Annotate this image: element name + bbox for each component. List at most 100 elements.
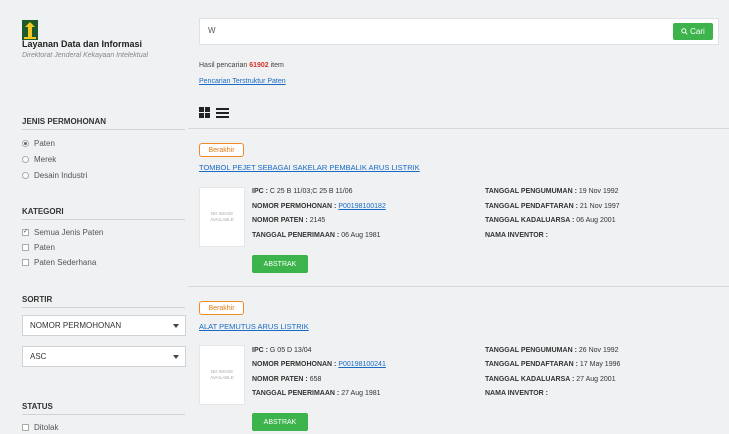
option-label: Desain Industri <box>34 171 88 180</box>
option-label: Ditolak <box>34 423 59 432</box>
no-image-thumbnail: NO IMAGE AVAILABLE <box>199 345 245 405</box>
nomor-permohonan-link[interactable]: P00198100241 <box>338 361 386 368</box>
result-count-suffix: item <box>268 62 284 69</box>
field-value: 19 Nov 1992 <box>578 188 619 195</box>
search-input[interactable] <box>208 26 508 35</box>
field-label: IPC : <box>252 188 268 195</box>
field-label: IPC : <box>252 347 268 354</box>
field-label: TANGGAL PENERIMAAN : <box>252 390 340 397</box>
abstrak-button[interactable]: ABSTRAK <box>252 255 308 273</box>
tanggal-pengumuman-field: TANGGAL PENGUMUMAN : 19 Nov 1992 <box>485 188 619 195</box>
nama-inventor-field: NAMA INVENTOR : <box>485 232 548 239</box>
tanggal-penerimaan-field: TANGGAL PENERIMAAN : 27 Aug 1981 <box>252 390 381 397</box>
brand-title: Layanan Data dan Informasi <box>22 39 143 49</box>
tanggal-kadaluarsa-field: TANGGAL KADALUARSA : 06 Aug 2001 <box>485 217 616 224</box>
option-label: Merek <box>34 155 57 164</box>
status-heading: STATUS <box>22 402 53 411</box>
radio-icon <box>22 140 29 147</box>
field-label: TANGGAL PENDAFTARAN : <box>485 361 578 368</box>
abstrak-button[interactable]: ABSTRAK <box>252 413 308 431</box>
option-label: Paten <box>34 243 55 252</box>
nomor-permohonan-link[interactable]: P00198100182 <box>338 203 386 210</box>
select-value: NOMOR PERMOHONAN <box>30 321 122 330</box>
field-value: 27 Aug 2001 <box>576 376 616 383</box>
search-bar: Cari <box>199 18 719 45</box>
option-label: Paten <box>34 139 55 148</box>
nama-inventor-field: NAMA INVENTOR : <box>485 390 548 397</box>
result-count-number: 61902 <box>249 62 269 69</box>
field-label: NOMOR PATEN : <box>252 217 308 224</box>
field-label: TANGGAL KADALUARSA : <box>485 217 575 224</box>
field-label: TANGGAL PENGUMUMAN : <box>485 347 577 354</box>
field-label: NOMOR PERMOHONAN : <box>252 361 337 368</box>
option-label: Paten Sederhana <box>34 258 97 267</box>
checkbox-icon <box>22 424 29 431</box>
checkbox-ditolak[interactable]: Ditolak <box>22 423 58 432</box>
sortir-heading: SORTIR <box>22 295 53 304</box>
nomor-permohonan-field: NOMOR PERMOHONAN : P00198100182 <box>252 203 386 210</box>
sort-field-select[interactable]: NOMOR PERMOHONAN <box>22 315 186 336</box>
field-label: NAMA INVENTOR : <box>485 390 548 397</box>
sidebar: Layanan Data dan Informasi Direktorat Je… <box>0 0 188 434</box>
field-value: 06 Aug 1981 <box>341 232 381 239</box>
ipc-field: IPC : C 25 B 11/03;C 25 B 11/06 <box>252 188 353 195</box>
search-button[interactable]: Cari <box>673 23 713 40</box>
tanggal-pengumuman-field: TANGGAL PENGUMUMAN : 26 Nov 1992 <box>485 347 619 354</box>
sort-order-select[interactable]: ASC <box>22 346 186 367</box>
nomor-paten-field: NOMOR PATEN : 658 <box>252 376 321 383</box>
divider <box>22 219 185 220</box>
field-value: 658 <box>309 376 322 383</box>
field-label: NOMOR PATEN : <box>252 376 308 383</box>
status-badge: Berakhir <box>199 143 244 157</box>
checkbox-icon <box>22 259 29 266</box>
field-label: TANGGAL KADALUARSA : <box>485 376 575 383</box>
radio-paten[interactable]: Paten <box>22 139 55 148</box>
divider <box>22 307 185 308</box>
field-value: 26 Nov 1992 <box>578 347 619 354</box>
field-value: 27 Aug 1981 <box>341 390 381 397</box>
select-value: ASC <box>30 352 47 361</box>
no-image-thumbnail: NO IMAGE AVAILABLE <box>199 187 245 247</box>
field-value: 2145 <box>309 217 326 224</box>
radio-icon <box>22 156 29 163</box>
ipc-field: IPC : G 05 D 13/04 <box>252 347 312 354</box>
structured-search-link[interactable]: Pencarian Terstruktur Paten <box>199 78 286 85</box>
result-title-link[interactable]: ALAT PEMUTUS ARUS LISTRIK <box>199 322 309 331</box>
radio-icon <box>22 172 29 179</box>
divider <box>188 128 729 129</box>
field-value: C 25 B 11/03;C 25 B 11/06 <box>269 188 353 195</box>
result-count-prefix: Hasil pencarian <box>199 62 250 69</box>
field-label: NAMA INVENTOR : <box>485 232 548 239</box>
status-badge: Berakhir <box>199 301 244 315</box>
field-label: TANGGAL PENERIMAAN : <box>252 232 340 239</box>
field-value: 21 Nov 1997 <box>579 203 620 210</box>
jenis-permohonan-heading: JENIS PERMOHONAN <box>22 117 107 126</box>
result-count: Hasil pencarian 61902 item <box>199 62 284 69</box>
option-label: Semua Jenis Paten <box>34 228 104 237</box>
chevron-down-icon <box>173 324 179 328</box>
divider <box>22 414 185 415</box>
checkbox-paten[interactable]: Paten <box>22 243 55 252</box>
kategori-heading: KATEGORI <box>22 207 64 216</box>
divider <box>188 286 729 287</box>
result-title-link[interactable]: TOMBOL PEJET SEBAGAI SAKELAR PEMBALIK AR… <box>199 163 420 172</box>
tanggal-kadaluarsa-field: TANGGAL KADALUARSA : 27 Aug 2001 <box>485 376 616 383</box>
tanggal-penerimaan-field: TANGGAL PENERIMAAN : 06 Aug 1981 <box>252 232 381 239</box>
checkbox-paten-sederhana[interactable]: Paten Sederhana <box>22 258 96 267</box>
grid-view-icon[interactable] <box>199 107 210 118</box>
nomor-permohonan-field: NOMOR PERMOHONAN : P00198100241 <box>252 361 386 368</box>
tanggal-pendaftaran-field: TANGGAL PENDAFTARAN : 17 May 1996 <box>485 361 620 368</box>
divider <box>22 129 185 130</box>
checkbox-checked-icon: ✓ <box>22 229 29 236</box>
nomor-paten-field: NOMOR PATEN : 2145 <box>252 217 325 224</box>
search-button-label: Cari <box>690 27 705 36</box>
tanggal-pendaftaran-field: TANGGAL PENDAFTARAN : 21 Nov 1997 <box>485 203 620 210</box>
radio-merek[interactable]: Merek <box>22 155 56 164</box>
logo-icon[interactable] <box>22 20 38 40</box>
radio-desain-industri[interactable]: Desain Industri <box>22 171 87 180</box>
list-view-icon[interactable] <box>216 108 229 118</box>
chevron-down-icon <box>173 355 179 359</box>
checkbox-semua-jenis-paten[interactable]: ✓ Semua Jenis Paten <box>22 228 103 237</box>
field-label: NOMOR PERMOHONAN : <box>252 203 337 210</box>
checkbox-icon <box>22 244 29 251</box>
